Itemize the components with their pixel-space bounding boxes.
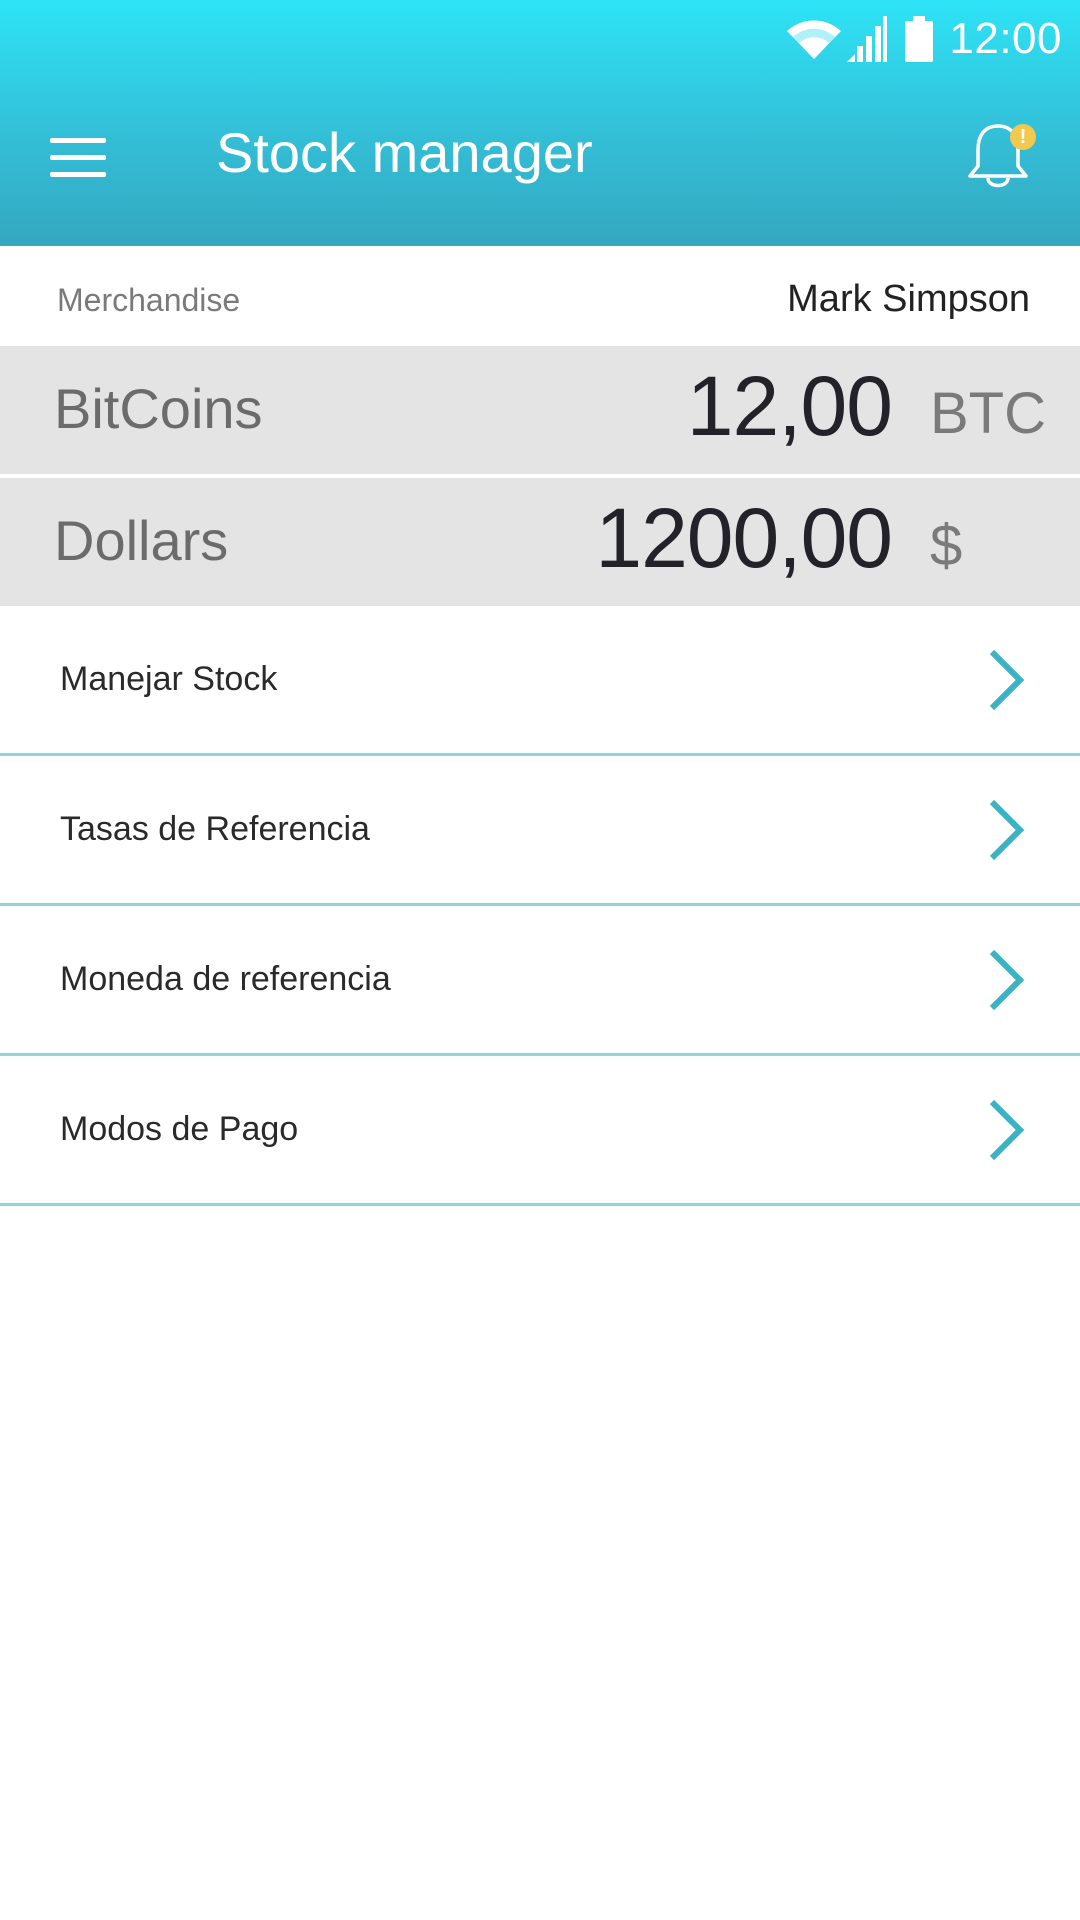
user-name: Mark Simpson — [787, 278, 1030, 320]
balance-row-bitcoins: BitCoins 12,00 BTC — [0, 346, 1080, 474]
wifi-icon — [785, 17, 843, 61]
balance-unit: BTC — [930, 381, 1046, 446]
menu-item-label: Tasas de Referencia — [60, 810, 370, 848]
menu-item-moneda-de-referencia[interactable]: Moneda de referencia — [0, 906, 1080, 1056]
hamburger-menu-icon[interactable] — [50, 138, 106, 178]
app-header: 12:00 Stock manager ! — [0, 0, 1080, 246]
battery-icon — [905, 16, 934, 62]
menu-item-manejar-stock[interactable]: Manejar Stock — [0, 606, 1080, 756]
menu-item-label: Manejar Stock — [60, 660, 278, 698]
balance-amount: 1200,00 — [595, 491, 893, 585]
merchandise-label: Merchandise — [57, 282, 241, 318]
app-screen: 12:00 Stock manager ! Merchandise Mark S… — [0, 0, 1080, 1920]
status-bar: 12:00 — [785, 0, 1080, 78]
chevron-right-icon — [982, 648, 1032, 712]
chevron-right-icon — [982, 948, 1032, 1012]
menu-item-tasas-de-referencia[interactable]: Tasas de Referencia — [0, 756, 1080, 906]
chevron-right-icon — [982, 798, 1032, 862]
status-time: 12:00 — [949, 14, 1062, 63]
merchant-row: Merchandise Mark Simpson — [0, 246, 1080, 346]
menu-item-modos-de-pago[interactable]: Modos de Pago — [0, 1056, 1080, 1206]
options-list: Manejar Stock Tasas de Referencia Moneda… — [0, 606, 1080, 1206]
chevron-right-icon — [982, 1098, 1032, 1162]
menu-item-label: Moneda de referencia — [60, 960, 391, 998]
balance-unit: $ — [930, 513, 963, 578]
balance-name: Dollars — [54, 509, 229, 572]
menu-item-label: Modos de Pago — [60, 1110, 299, 1148]
page-title: Stock manager — [216, 121, 593, 184]
balance-row-dollars: Dollars 1200,00 $ — [0, 478, 1080, 606]
balance-name: BitCoins — [54, 377, 263, 440]
notification-badge: ! — [1010, 124, 1036, 150]
balance-amount: 12,00 — [686, 359, 893, 453]
signal-icon — [847, 16, 888, 62]
